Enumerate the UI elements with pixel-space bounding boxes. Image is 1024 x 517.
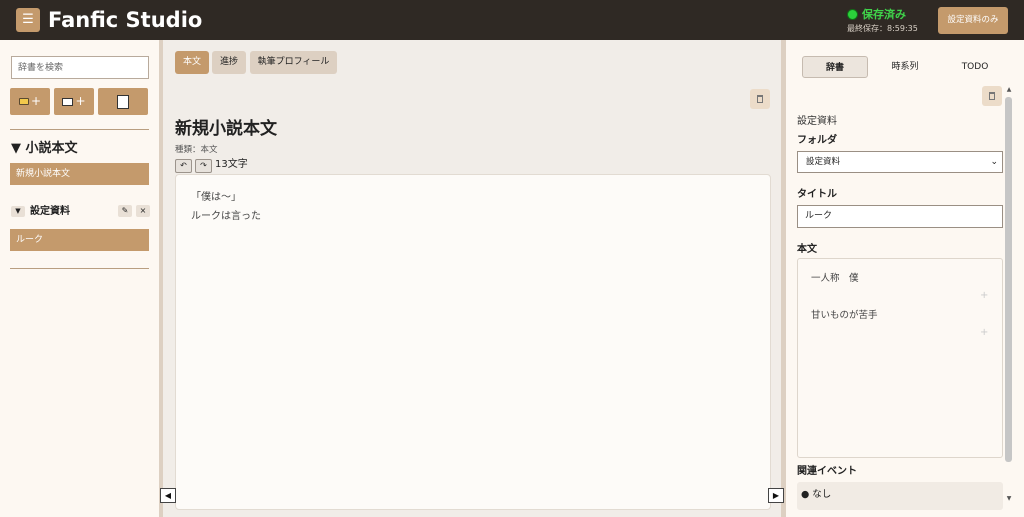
edit-note-button[interactable] xyxy=(98,88,148,115)
folder-name[interactable]: 設定資料 xyxy=(30,205,70,219)
add-line-icon[interactable]: + xyxy=(980,290,988,302)
body-line: 甘いものが苦手 xyxy=(811,310,878,321)
chevron-down-icon: ⌄ xyxy=(990,157,998,167)
arrow-right-icon: ▶ xyxy=(772,491,780,500)
tab-dictionary[interactable]: 辞書 xyxy=(802,56,868,78)
document-kind: 種類：本文 xyxy=(175,145,218,155)
entry-category: 設定資料 xyxy=(797,116,837,127)
collapse-right-button[interactable]: ▶ xyxy=(768,488,784,503)
collapse-left-button[interactable]: ◀ xyxy=(160,488,176,503)
editor-line: 「僕は〜」 xyxy=(191,192,241,203)
folder-toggle-icon[interactable]: ▼ xyxy=(11,206,25,217)
plus-icon: + xyxy=(75,94,86,108)
text-editor[interactable]: 「僕は〜」 ルークは言った xyxy=(175,174,771,510)
scroll-down-icon[interactable]: ▼ xyxy=(1005,495,1013,503)
delete-document-button[interactable] xyxy=(750,89,770,109)
novel-section-title[interactable]: ▼ 小説本文 xyxy=(11,140,78,158)
folder-edit-button[interactable]: ✎ xyxy=(118,205,132,217)
folder-icon xyxy=(18,98,29,105)
plus-icon: + xyxy=(30,94,42,108)
undo-button[interactable]: ↶ xyxy=(175,159,192,173)
folder-delete-button[interactable]: × xyxy=(136,205,150,217)
scrollbar-thumb[interactable] xyxy=(1005,97,1012,462)
character-count: 13文字 xyxy=(215,159,248,170)
close-icon: × xyxy=(139,206,147,215)
tab-todo[interactable]: TODO xyxy=(942,56,1008,78)
pencil-icon: ✎ xyxy=(121,206,129,215)
folder-select[interactable]: 設定資料 ⌄ xyxy=(797,151,1003,173)
material-only-button[interactable]: 設定資料のみ xyxy=(938,7,1008,34)
body-label: 本文 xyxy=(797,244,817,255)
new-folder-button[interactable]: + xyxy=(10,88,50,115)
trash-icon xyxy=(757,95,763,103)
dictionary-search-input[interactable] xyxy=(11,56,149,79)
document-title[interactable]: 新規小説本文 xyxy=(175,117,277,141)
undo-icon: ↶ xyxy=(180,161,187,170)
delete-entry-button[interactable] xyxy=(982,86,1002,106)
hamburger-icon: ☰ xyxy=(22,12,34,27)
tree-item-novel[interactable]: 新規小説本文 xyxy=(10,163,149,185)
trash-icon xyxy=(989,92,995,100)
add-line-icon[interactable]: + xyxy=(980,327,988,339)
save-status-text: 保存済み xyxy=(862,8,906,21)
divider xyxy=(10,268,149,269)
file-icon xyxy=(62,97,74,106)
edit-note-icon xyxy=(117,94,129,109)
app-title: Fanfic Studio xyxy=(48,8,203,32)
related-events-label: 関連イベント xyxy=(797,466,857,477)
tab-writing-profile[interactable]: 執筆プロフィール xyxy=(250,51,337,74)
redo-icon: ↷ xyxy=(200,161,207,170)
scroll-up-icon[interactable]: ▲ xyxy=(1005,86,1013,94)
new-file-button[interactable]: + xyxy=(54,88,94,115)
saved-dot-icon xyxy=(847,9,858,20)
folder-select-value: 設定資料 xyxy=(806,157,841,167)
related-events-list: ● なし xyxy=(797,482,1003,510)
last-saved-time: 最終保存：8:59:35 xyxy=(847,24,918,33)
save-status: 保存済み xyxy=(847,8,906,22)
tab-progress[interactable]: 進捗 xyxy=(212,51,246,74)
tree-item-luke[interactable]: ルーク xyxy=(10,229,149,251)
title-label: タイトル xyxy=(797,189,837,200)
body-line: 一人称 僕 xyxy=(811,273,859,284)
folder-label: フォルダ xyxy=(797,135,837,146)
entry-body-editor[interactable]: 一人称 僕 + 甘いものが苦手 + xyxy=(797,258,1003,458)
tab-timeline[interactable]: 時系列 xyxy=(872,56,938,78)
menu-button[interactable]: ☰ xyxy=(16,8,40,32)
redo-button[interactable]: ↷ xyxy=(195,159,212,173)
tab-body[interactable]: 本文 xyxy=(175,51,209,74)
arrow-left-icon: ◀ xyxy=(164,491,172,500)
title-input[interactable]: ルーク xyxy=(797,205,1003,228)
divider xyxy=(10,129,149,130)
editor-line: ルークは言った xyxy=(191,211,261,222)
